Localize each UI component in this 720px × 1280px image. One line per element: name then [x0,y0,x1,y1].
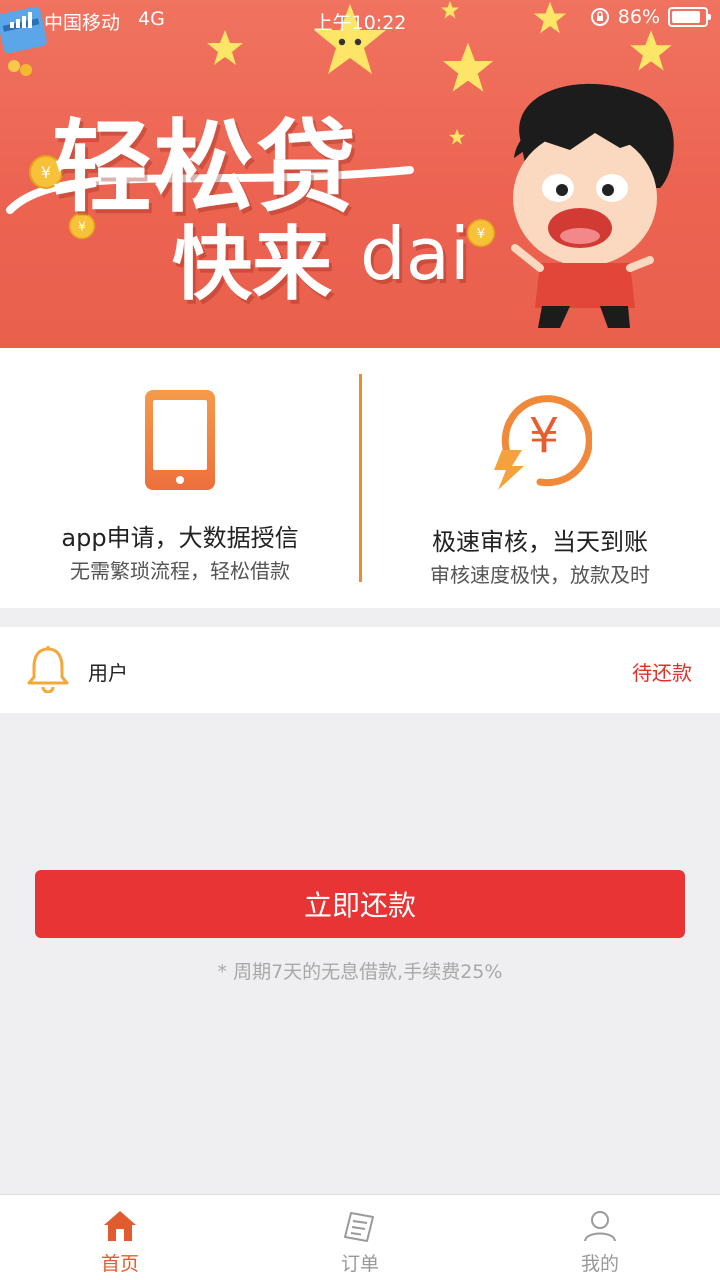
star-decoration-icon [442,42,494,92]
coin-decoration-icon: ¥ [466,218,496,248]
cartoon-boy-illustration [511,83,674,328]
feature-subtitle: 无需繁琐流程，轻松借款 [70,559,290,583]
banner-subtitle: 快来 [172,217,332,311]
tab-label: 订单 [340,1253,379,1275]
star-decoration-icon [448,128,466,145]
feature-card-app: app申请，大数据授信 无需繁琐流程，轻松借款 [0,348,360,608]
feature-subtitle: 审核速度极快，放款及时 [430,563,650,587]
tab-profile[interactable]: 我的 [480,1195,720,1280]
tab-home[interactable]: 首页 [0,1195,240,1280]
tab-orders[interactable]: 订单 [240,1195,480,1280]
phone-icon [145,390,215,490]
fast-yuan-icon: ¥ [494,395,592,490]
rotation-lock-icon [590,8,609,26]
svg-text:¥: ¥ [477,227,485,242]
repay-now-button[interactable]: 立即还款 [35,870,685,938]
user-icon [584,1211,616,1242]
order-icon [344,1212,374,1242]
svg-text:¥: ¥ [529,408,560,464]
svg-text:¥: ¥ [41,163,51,182]
battery-icon [668,7,711,27]
repayment-notice-row[interactable]: 用户 待还款 [0,627,720,713]
tab-label: 首页 [100,1253,139,1275]
repay-note: * 周期7天的无息借款,手续费25% [217,961,503,983]
bottom-tab-bar: 首页 订单 我的 [0,1194,720,1280]
feature-title: app申请，大数据授信 [61,524,299,552]
bell-icon [27,646,69,693]
status-badge: 待还款 [632,661,692,685]
feature-title: 极速审核，当天到账 [432,528,648,556]
promo-banner[interactable]: ¥ ¥ ¥ 轻松贷 快来 dai 中国移动 4G 上午10:22 86% [0,0,720,348]
battery-percent: 86% [617,6,660,28]
home-icon [104,1211,136,1241]
notice-user-label: 用户 [88,661,128,685]
feature-section: app申请，大数据授信 无需繁琐流程，轻松借款 ¥ 极速审核，当天到账 审核速度… [0,348,720,608]
tab-label: 我的 [580,1253,619,1275]
feature-card-fast: ¥ 极速审核，当天到账 审核速度极快，放款及时 [360,348,720,608]
banner-subtitle-latin: dai [360,212,470,296]
status-bar: 中国移动 4G 上午10:22 86% [0,0,720,40]
